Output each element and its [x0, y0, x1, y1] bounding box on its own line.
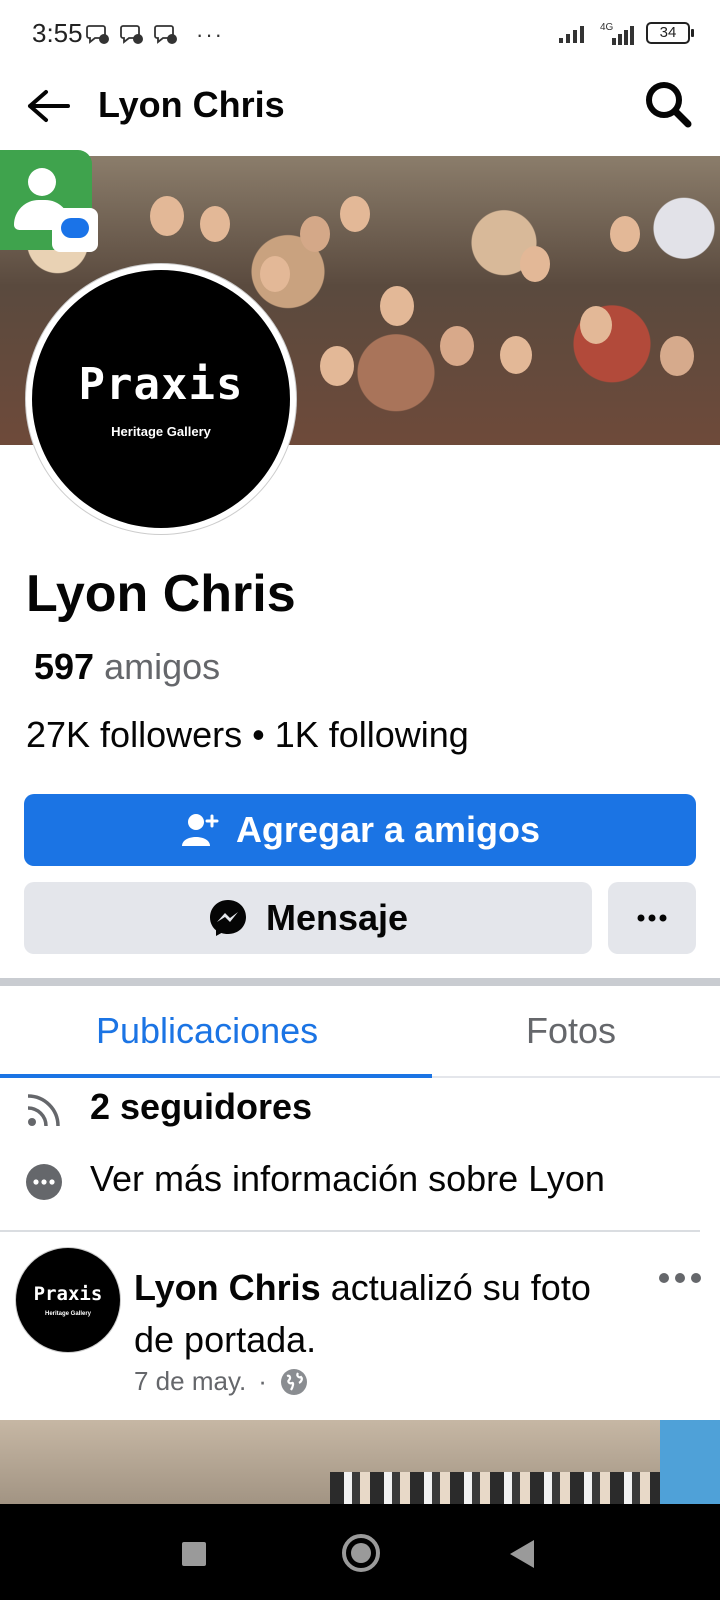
dot-icon — [675, 1273, 685, 1283]
add-friend-label: Agregar a amigos — [235, 809, 541, 850]
home-button[interactable] — [342, 1534, 380, 1572]
follow-stats[interactable]: 27K followers • 1K following — [26, 714, 469, 756]
add-person-icon — [181, 814, 219, 846]
meta-separator: · — [258, 1366, 267, 1396]
post-image-crowd — [330, 1472, 660, 1504]
floating-chat-bubble[interactable] — [0, 150, 98, 252]
status-bar: 3:55 ··· 4G 34 — [0, 0, 720, 66]
tab-fotos[interactable]: Fotos — [526, 1010, 616, 1052]
profile-avatar[interactable]: Praxis Heritage Gallery — [26, 264, 296, 534]
search-button[interactable] — [640, 76, 696, 132]
friends-count-line[interactable]: 597 amigos — [34, 646, 220, 688]
more-notifications-icon: ··· — [196, 22, 224, 47]
followers-row[interactable]: 2 seguidores — [0, 1080, 720, 1144]
friends-label: amigos — [104, 646, 221, 687]
post-avatar-logo-text: Praxis — [33, 1283, 103, 1305]
post-header-text: Lyon Chris actualizó su foto de portada. — [134, 1262, 634, 1366]
back-button[interactable] — [22, 80, 74, 132]
page-title: Lyon Chris — [98, 84, 285, 125]
messenger-notification-icon — [154, 25, 177, 44]
chat-bubble-icon — [52, 208, 98, 252]
avatar-logo-subtitle: Heritage Gallery — [111, 424, 211, 439]
post-more-button[interactable] — [656, 1266, 704, 1290]
info-divider — [0, 1230, 700, 1232]
network-type-label: 4G — [600, 22, 614, 33]
post-image[interactable] — [0, 1420, 720, 1504]
friends-count: 597 — [34, 646, 95, 687]
post-meta: 7 de may. · — [134, 1366, 309, 1397]
signal-4g-icon: 4G — [600, 22, 634, 45]
more-horizontal-icon — [637, 914, 667, 922]
person-icon-head — [28, 168, 56, 196]
more-info-icon — [26, 1164, 62, 1200]
post-image-banner — [660, 1420, 720, 1504]
dot-icon — [691, 1273, 701, 1283]
signal-icon — [559, 26, 584, 43]
messenger-icon — [209, 900, 246, 936]
status-time: 3:55 — [32, 18, 83, 48]
post-avatar-logo-subtitle: Heritage Gallery — [44, 1311, 92, 1317]
globe-icon — [280, 1368, 307, 1395]
avatar-logo: Praxis Heritage Gallery — [32, 270, 290, 528]
section-divider — [0, 978, 720, 986]
arrow-left-icon — [28, 90, 70, 122]
message-label: Mensaje — [265, 897, 409, 938]
more-info-text: Ver más información sobre Lyon — [90, 1158, 605, 1199]
post-date[interactable]: 7 de may. — [134, 1366, 246, 1397]
dot-icon — [659, 1273, 669, 1283]
more-info-row[interactable]: Ver más información sobre Lyon — [0, 1152, 720, 1216]
system-navigation-bar — [0, 1504, 720, 1600]
active-tab-indicator — [0, 1074, 432, 1078]
rss-feed-icon — [27, 1094, 60, 1127]
profile-name: Lyon Chris — [26, 565, 296, 623]
tab-publicaciones[interactable]: Publicaciones — [96, 1010, 318, 1052]
messenger-notification-icon — [120, 25, 143, 44]
top-app-bar: Lyon Chris — [0, 66, 720, 152]
message-button[interactable]: Mensaje — [24, 882, 592, 954]
back-nav-button[interactable] — [510, 1540, 534, 1568]
notification-icons: ··· — [86, 22, 224, 48]
post-author-name[interactable]: Lyon Chris — [134, 1267, 321, 1308]
profile-more-button[interactable] — [608, 882, 696, 954]
profile-tabs: Publicaciones Fotos — [0, 986, 720, 1078]
followers-text: 2 seguidores — [90, 1086, 313, 1127]
messenger-notification-icon — [86, 25, 109, 44]
post-author-avatar[interactable]: Praxis Heritage Gallery — [16, 1248, 120, 1352]
battery-icon: 34 — [646, 22, 694, 44]
avatar-logo-text: Praxis — [78, 359, 244, 410]
system-status: 4G 34 — [558, 20, 694, 46]
add-friend-button[interactable]: Agregar a amigos — [24, 794, 696, 866]
search-icon — [646, 82, 692, 128]
recent-apps-button[interactable] — [182, 1542, 206, 1566]
